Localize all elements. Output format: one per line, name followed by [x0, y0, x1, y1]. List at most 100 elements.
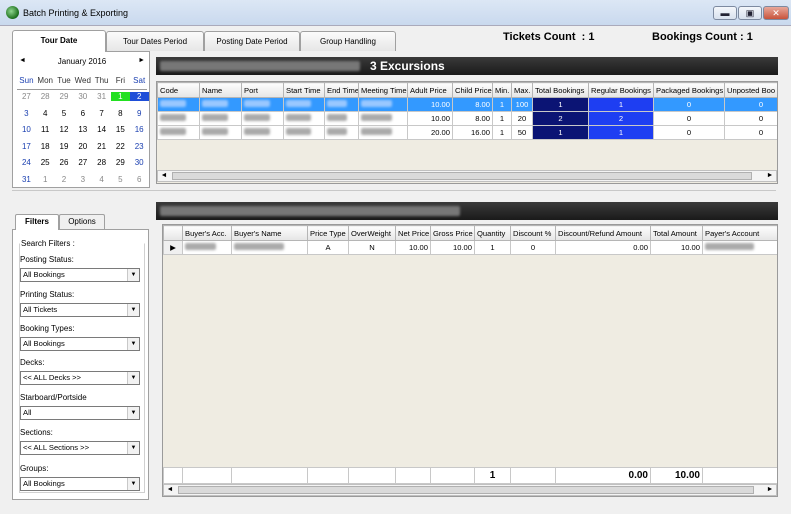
filter-select[interactable]: All Bookings ▼ [20, 268, 140, 282]
calendar-day[interactable]: 29 [55, 92, 74, 101]
calendar-day[interactable]: 10 [17, 125, 36, 134]
column-header[interactable]: Buyer's Name [231, 225, 308, 241]
column-header[interactable] [163, 225, 183, 241]
calendar-day[interactable]: 31 [17, 175, 36, 184]
filter-select[interactable]: All Bookings ▼ [20, 477, 140, 491]
column-header[interactable]: Name [199, 82, 242, 98]
scroll-right-icon[interactable]: ► [764, 485, 776, 495]
tab-tour-date[interactable]: Tour Date [12, 30, 106, 52]
calendar-day[interactable]: 15 [111, 125, 130, 134]
column-header[interactable]: Meeting Time [358, 82, 408, 98]
chevron-down-icon[interactable]: ▼ [127, 407, 139, 419]
chevron-down-icon[interactable]: ▼ [127, 478, 139, 490]
calendar-day[interactable]: 27 [73, 158, 92, 167]
calendar-day[interactable]: 31 [92, 92, 111, 101]
filter-select[interactable]: All Bookings ▼ [20, 337, 140, 351]
calendar-day[interactable]: 7 [92, 109, 111, 118]
calendar-day[interactable]: 28 [92, 158, 111, 167]
column-header[interactable]: Payer's Account [702, 225, 777, 241]
column-header[interactable]: Min. [492, 82, 512, 98]
column-header[interactable]: Total Amount [650, 225, 703, 241]
calendar-day[interactable]: 21 [92, 142, 111, 151]
bookings-hscrollbar[interactable]: ◄ ► [163, 484, 777, 496]
calendar-day[interactable]: 1 [36, 175, 55, 184]
calendar-day[interactable]: 28 [36, 92, 55, 101]
calendar-day[interactable]: 14 [92, 125, 111, 134]
calendar-day[interactable]: 29 [111, 158, 130, 167]
calendar-day[interactable]: 25 [36, 158, 55, 167]
column-header[interactable]: Unposted Boo [724, 82, 777, 98]
column-header[interactable]: Price Type [307, 225, 349, 241]
calendar-day[interactable]: 23 [130, 142, 149, 151]
calendar-day[interactable]: 2 [129, 92, 149, 102]
tab-options[interactable]: Options [59, 214, 105, 229]
tab-tour-dates-period[interactable]: Tour Dates Period [106, 31, 204, 51]
column-header[interactable]: Child Price [452, 82, 493, 98]
table-row[interactable]: ▶ A N 10.00 10.00 1 0 0.00 10.00 [163, 240, 777, 255]
column-header[interactable]: Regular Bookings [588, 82, 654, 98]
column-header[interactable]: Packaged Bookings [653, 82, 725, 98]
calendar-day[interactable]: 3 [73, 175, 92, 184]
calendar-day[interactable]: 18 [36, 142, 55, 151]
calendar-day[interactable]: 2 [55, 175, 74, 184]
column-header[interactable]: Port [241, 82, 284, 98]
column-header[interactable]: Start Time [283, 82, 325, 98]
scroll-right-icon[interactable]: ► [764, 171, 776, 181]
tab-filters[interactable]: Filters [15, 214, 59, 230]
chevron-down-icon[interactable]: ▼ [127, 442, 139, 454]
calendar-day[interactable]: 11 [36, 125, 55, 134]
calendar-day[interactable]: 16 [130, 125, 149, 134]
filter-select[interactable]: << ALL Decks >> ▼ [20, 371, 140, 385]
excursions-hscrollbar[interactable]: ◄ ► [157, 170, 777, 182]
calendar-day[interactable]: 22 [111, 142, 130, 151]
calendar-day[interactable]: 6 [73, 109, 92, 118]
chevron-down-icon[interactable]: ▼ [127, 338, 139, 350]
calendar-day[interactable]: 3 [17, 109, 36, 118]
next-month-icon[interactable]: ► [138, 57, 145, 64]
calendar-day[interactable]: 4 [92, 175, 111, 184]
filter-select[interactable]: All Tickets ▼ [20, 303, 140, 317]
calendar-day[interactable]: 30 [73, 92, 92, 101]
minimize-button[interactable]: ▬ [713, 6, 737, 20]
calendar-day[interactable]: 9 [130, 109, 149, 118]
filter-select[interactable]: << ALL Sections >> ▼ [20, 441, 140, 455]
calendar-day[interactable]: 30 [130, 158, 149, 167]
restore-button[interactable]: ▣ [738, 6, 762, 20]
column-header[interactable]: Max. [511, 82, 533, 98]
calendar-day[interactable]: 6 [130, 175, 149, 184]
chevron-down-icon[interactable]: ▼ [127, 372, 139, 384]
calendar-day[interactable]: 8 [111, 109, 130, 118]
column-header[interactable]: Buyer's Acc. [182, 225, 232, 241]
calendar-day[interactable]: 17 [17, 142, 36, 151]
column-header[interactable]: Code [157, 82, 200, 98]
calendar-day[interactable]: 5 [55, 109, 74, 118]
calendar-day[interactable]: 26 [55, 158, 74, 167]
close-button[interactable]: ✕ [763, 6, 789, 20]
scroll-left-icon[interactable]: ◄ [164, 485, 176, 495]
scroll-thumb[interactable] [172, 172, 752, 180]
column-header[interactable]: Discount % [510, 225, 556, 241]
calendar-day[interactable]: 4 [36, 109, 55, 118]
column-header[interactable]: Gross Price [430, 225, 475, 241]
chevron-down-icon[interactable]: ▼ [127, 269, 139, 281]
table-row[interactable]: 10.00 8.00 1 100 1 1 0 0 [157, 97, 777, 112]
calendar-day[interactable]: 20 [73, 142, 92, 151]
calendar-day[interactable]: 1 [110, 92, 130, 102]
chevron-down-icon[interactable]: ▼ [127, 304, 139, 316]
scroll-thumb[interactable] [178, 486, 754, 494]
column-header[interactable]: Total Bookings [532, 82, 589, 98]
calendar-day[interactable]: 24 [17, 158, 36, 167]
column-header[interactable]: Quantity [474, 225, 511, 241]
column-header[interactable]: Adult Price [407, 82, 453, 98]
calendar-day[interactable]: 27 [17, 92, 36, 101]
table-row[interactable]: 20.00 16.00 1 50 1 1 0 0 [157, 125, 777, 140]
column-header[interactable]: Net Price [395, 225, 431, 241]
column-header[interactable]: Discount/Refund Amount [555, 225, 651, 241]
filter-select[interactable]: All ▼ [20, 406, 140, 420]
calendar-day[interactable]: 12 [55, 125, 74, 134]
calendar-day[interactable]: 13 [73, 125, 92, 134]
table-row[interactable]: 10.00 8.00 1 20 2 2 0 0 [157, 111, 777, 126]
column-header[interactable]: OverWeight [348, 225, 396, 241]
calendar-day[interactable]: 5 [111, 175, 130, 184]
calendar-day[interactable]: 19 [55, 142, 74, 151]
